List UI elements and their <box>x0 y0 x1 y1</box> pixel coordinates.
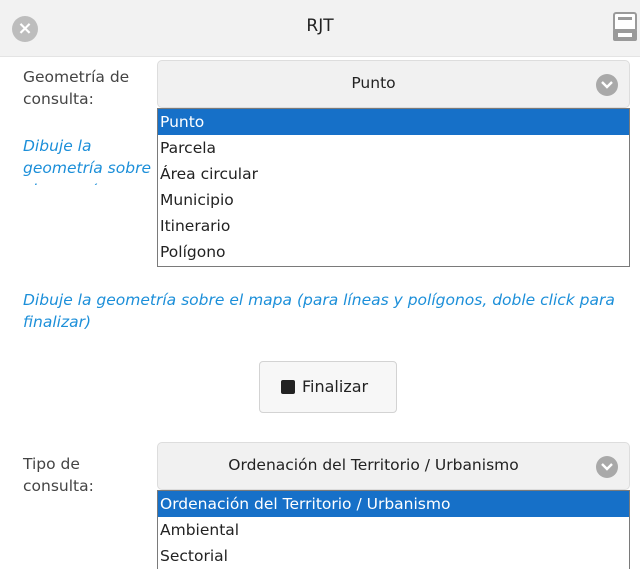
geometry-select-value: Punto <box>351 74 396 92</box>
query-type-select[interactable]: Ordenación del Territorio / Urbanismo <box>157 442 630 490</box>
geometry-option-poligono[interactable]: Polígono <box>158 239 629 265</box>
title-bar: × RJT <box>0 0 640 57</box>
query-type-listbox[interactable]: Ordenación del Territorio / Urbanismo Am… <box>157 490 630 569</box>
finalizar-label: Finalizar <box>302 377 369 396</box>
window-title: RJT <box>306 16 334 36</box>
stop-icon <box>281 380 295 394</box>
geometry-option-area-circular[interactable]: Área circular <box>158 161 629 187</box>
query-type-option-ordenacion[interactable]: Ordenación del Territorio / Urbanismo <box>158 491 629 517</box>
geometry-label: Geometría de consulta: <box>23 68 130 108</box>
geometry-option-parcela[interactable]: Parcela <box>158 135 629 161</box>
chevron-down-icon <box>596 74 618 96</box>
geometry-listbox[interactable]: Punto Parcela Área circular Municipio It… <box>157 108 630 267</box>
geometry-hint: Dibuje la geometría sobre el mapa (para … <box>23 291 615 331</box>
geometry-hint-partial: Dibuje la geometría sobre el mapa (para … <box>23 137 151 185</box>
chevron-down-icon <box>596 456 618 478</box>
geometry-option-municipio[interactable]: Municipio <box>158 187 629 213</box>
query-type-option-ambiental[interactable]: Ambiental <box>158 517 629 543</box>
geometry-select[interactable]: Punto <box>157 60 630 108</box>
query-type-option-sectorial[interactable]: Sectorial <box>158 543 629 569</box>
geometry-option-itinerario[interactable]: Itinerario <box>158 213 629 239</box>
query-type-label: Tipo de consulta: <box>23 455 94 495</box>
query-type-select-value: Ordenación del Territorio / Urbanismo <box>228 456 519 474</box>
finalizar-button[interactable]: Finalizar <box>259 361 397 413</box>
print-icon[interactable] <box>611 11 639 45</box>
geometry-option-punto[interactable]: Punto <box>158 109 629 135</box>
